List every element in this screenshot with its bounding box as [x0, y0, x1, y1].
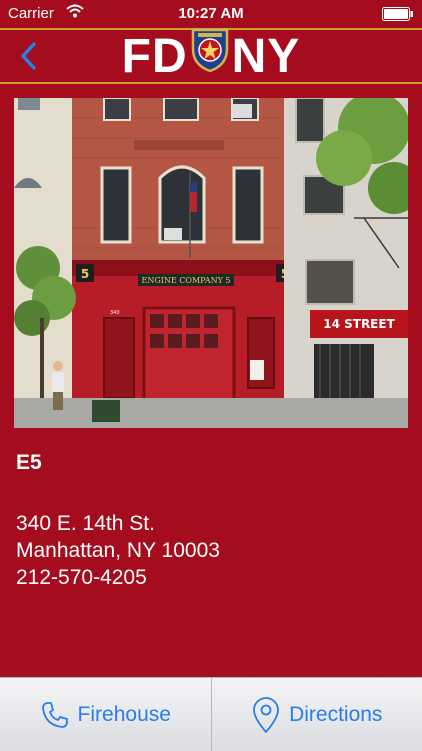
- address-plate: 340: [110, 310, 120, 316]
- status-bar: Carrier 10:27 AM: [0, 0, 422, 28]
- phone-icon: [40, 700, 70, 730]
- clock: 10:27 AM: [0, 5, 422, 22]
- number-sign-left: 5: [81, 267, 89, 281]
- engine-company-sign: ENGINE COMPANY 5: [142, 276, 231, 285]
- directions-button[interactable]: Directions: [211, 678, 422, 751]
- fdny-logo: FD NY: [0, 32, 422, 80]
- nav-bottom-border: [0, 82, 422, 84]
- station-id: E5: [16, 451, 42, 475]
- directions-label: Directions: [289, 703, 382, 727]
- phone-number[interactable]: 212-570-4205: [16, 564, 220, 591]
- map-pin-icon: [251, 696, 281, 734]
- fdny-patch-icon: [190, 27, 230, 85]
- logo-text-right: NY: [232, 29, 301, 84]
- logo-text-left: FD: [122, 29, 188, 84]
- navigation-bar: FD NY: [0, 28, 422, 84]
- bottom-toolbar: Firehouse Directions: [0, 677, 422, 751]
- firehouse-label: Firehouse: [78, 703, 171, 727]
- shop-sign: 14 STREET: [323, 317, 395, 331]
- battery-icon: [382, 7, 414, 25]
- street-address: 340 E. 14th St.: [16, 510, 220, 537]
- station-address: 340 E. 14th St. Manhattan, NY 10003 212-…: [16, 510, 220, 591]
- firehouse-photo: ENGINE COMPANY 5 5 5 340 14 STREET: [14, 98, 408, 428]
- firehouse-button[interactable]: Firehouse: [0, 678, 211, 751]
- city-state-zip: Manhattan, NY 10003: [16, 537, 220, 564]
